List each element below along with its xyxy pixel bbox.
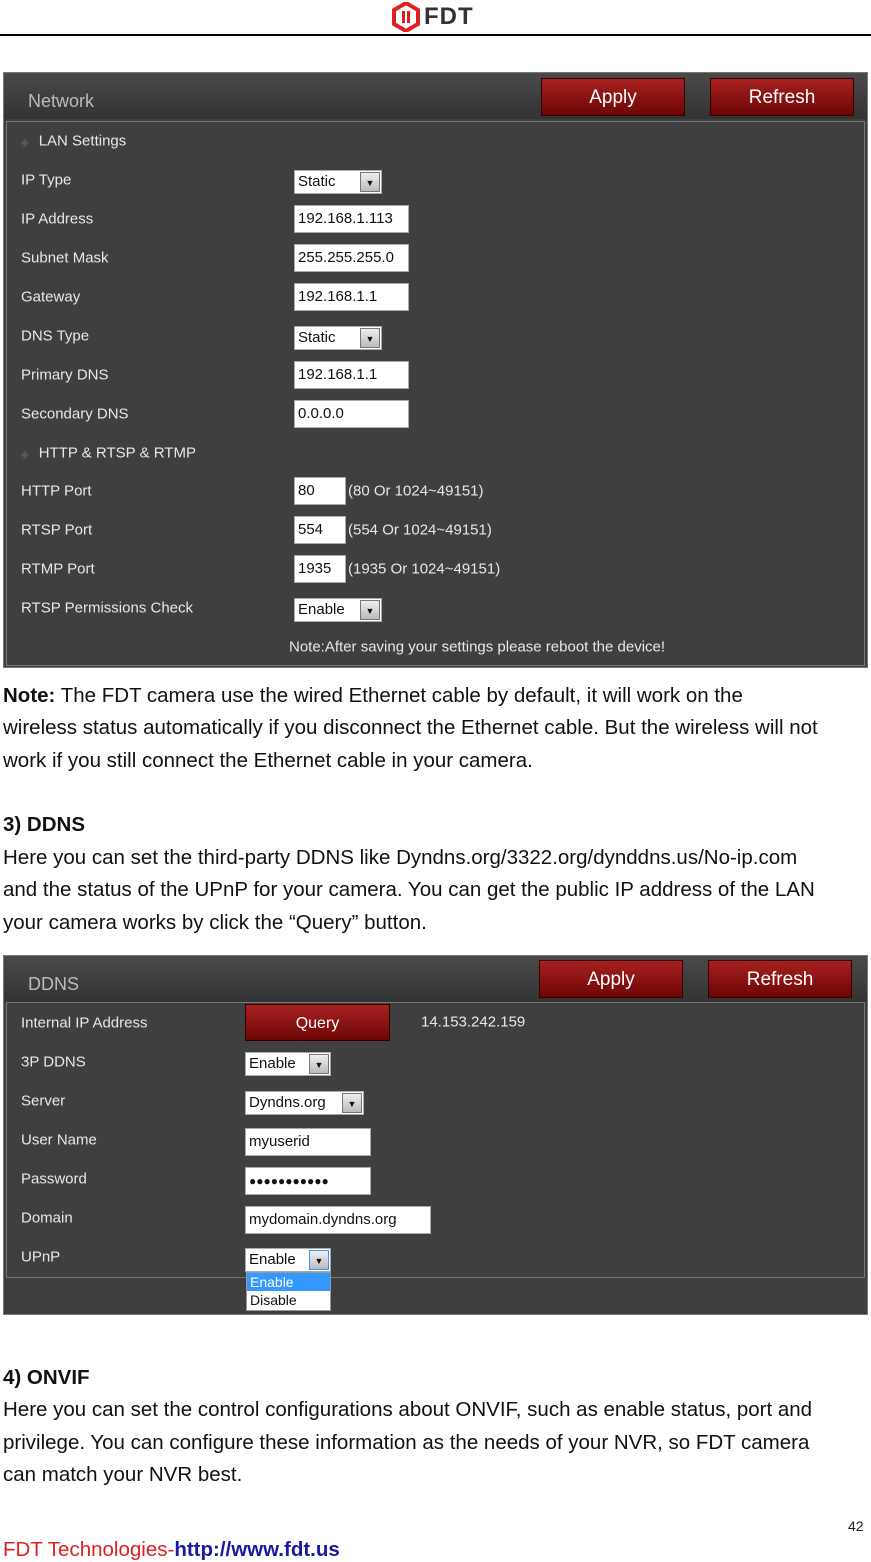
3p-ddns-label: 3P DDNS <box>21 1053 86 1071</box>
domain-input[interactable]: mydomain.dyndns.org <box>245 1206 431 1234</box>
secondary-dns-label: Secondary DNS <box>21 405 129 423</box>
apply-button[interactable]: Apply <box>541 78 685 116</box>
fdt-logo: FDT <box>392 2 474 32</box>
section-http-rtsp-rtmp: HTTP & RTSP & RTMP <box>21 445 196 462</box>
header-rule <box>0 34 871 36</box>
3p-ddns-select[interactable]: Enable ▼ <box>245 1052 331 1076</box>
footer: FDT Technologies-http://www.fdt.us <box>3 1538 340 1562</box>
ddns-line-2: and the status of the UPnP for your came… <box>3 878 815 901</box>
upnp-select[interactable]: Enable ▼ <box>245 1248 331 1272</box>
page-number: 42 <box>848 1518 864 1534</box>
section-lan-settings: LAN Settings <box>21 133 127 150</box>
dns-type-select[interactable]: Static ▼ <box>294 326 382 350</box>
rtmp-port-input[interactable]: 1935 <box>294 555 346 583</box>
internal-ip-label: Internal IP Address <box>21 1014 148 1032</box>
http-port-input[interactable]: 80 <box>294 477 346 505</box>
gateway-label: Gateway <box>21 288 81 306</box>
rtmp-port-label: RTMP Port <box>21 560 95 578</box>
http-port-label: HTTP Port <box>21 482 92 500</box>
subnet-label: Subnet Mask <box>21 249 109 267</box>
domain-label: Domain <box>21 1209 73 1227</box>
gateway-input[interactable]: 192.168.1.1 <box>294 283 409 311</box>
rtsp-check-label: RTSP Permissions Check <box>21 599 194 617</box>
rtsp-check-value: Enable <box>298 601 345 618</box>
chevron-down-icon: ▼ <box>360 328 380 348</box>
user-name-label: User Name <box>21 1131 97 1149</box>
rtsp-port-label: RTSP Port <box>21 521 93 539</box>
onvif-line-1: Here you can set the control configurati… <box>3 1398 813 1421</box>
ddns-panel: DDNS Apply Refresh Internal IP Address Q… <box>3 955 868 1315</box>
onvif-line-2: privilege. You can configure these infor… <box>3 1431 810 1454</box>
chevron-down-icon: ▼ <box>360 600 380 620</box>
refresh-button[interactable]: Refresh <box>710 78 854 116</box>
ip-type-value: Static <box>298 173 336 190</box>
settings-area: LAN Settings IP Type Static▼ IP Address … <box>6 121 865 666</box>
chevron-down-icon: ▼ <box>342 1093 362 1113</box>
reboot-note: Note:After saving your settings please r… <box>289 638 666 656</box>
ddns-line-1: Here you can set the third-party DDNS li… <box>3 846 798 869</box>
server-select[interactable]: Dyndns.org ▼ <box>245 1091 364 1115</box>
footer-url-link[interactable]: http://www.fdt.us <box>174 1538 339 1561</box>
http-port-hint: (80 Or 1024~49151) <box>348 482 484 500</box>
chevron-down-icon: ▼ <box>360 172 380 192</box>
note-text: The FDT camera use the wired Ethernet ca… <box>55 684 743 707</box>
password-input[interactable]: ●●●●●●●●●●● <box>245 1167 371 1195</box>
ddns-line-3: your camera works by click the “Query” b… <box>3 911 427 934</box>
upnp-label: UPnP <box>21 1248 61 1266</box>
chevron-down-icon: ▼ <box>309 1054 329 1074</box>
primary-dns-label: Primary DNS <box>21 366 109 384</box>
secondary-dns-input[interactable]: 0.0.0.0 <box>294 400 409 428</box>
server-value: Dyndns.org <box>249 1094 326 1111</box>
server-label: Server <box>21 1092 66 1110</box>
dns-type-value: Static <box>298 329 336 346</box>
onvif-line-3: can match your NVR best. <box>3 1463 243 1486</box>
settings-area: Internal IP Address Query 14.153.242.159… <box>6 1002 865 1278</box>
upnp-value: Enable <box>249 1251 296 1268</box>
ip-address-input[interactable]: 192.168.1.113 <box>294 205 409 233</box>
rtsp-permissions-select[interactable]: Enable ▼ <box>294 598 382 622</box>
refresh-button[interactable]: Refresh <box>708 960 852 998</box>
ip-type-select[interactable]: Static ▼ <box>294 170 382 194</box>
ip-address-label: IP Address <box>21 210 94 228</box>
rtsp-port-input[interactable]: 554 <box>294 516 346 544</box>
fdt-logo-icon <box>392 2 420 32</box>
footer-company: FDT Technologies- <box>3 1538 175 1561</box>
3p-ddns-value: Enable <box>249 1055 296 1072</box>
upnp-option-enable[interactable]: Enable <box>247 1273 330 1291</box>
chevron-down-icon: ▼ <box>309 1250 329 1270</box>
primary-dns-input[interactable]: 192.168.1.1 <box>294 361 409 389</box>
password-label: Password <box>21 1170 87 1188</box>
network-panel: Network Apply Refresh LAN Settings IP Ty… <box>3 72 868 668</box>
note-label: Note: <box>3 684 56 707</box>
note-line-1: Note: The FDT camera use the wired Ether… <box>3 684 743 708</box>
dns-type-label: DNS Type <box>21 327 90 345</box>
apply-button[interactable]: Apply <box>539 960 683 998</box>
document-page: FDT Network Apply Refresh LAN Settings I… <box>0 0 871 1562</box>
upnp-option-disable[interactable]: Disable <box>247 1291 330 1310</box>
rtmp-port-hint: (1935 Or 1024~49151) <box>348 560 501 578</box>
user-name-input[interactable]: myuserid <box>245 1128 371 1156</box>
upnp-dropdown-list: Enable Disable <box>246 1272 331 1311</box>
panel-title: DDNS <box>28 974 80 994</box>
note-line-2: wireless status automatically if you dis… <box>3 716 818 739</box>
subnet-mask-input[interactable]: 255.255.255.0 <box>294 244 409 272</box>
ip-type-label: IP Type <box>21 171 72 189</box>
ddns-heading: 3) DDNS <box>3 813 86 836</box>
note-line-3: work if you still connect the Ethernet c… <box>3 749 533 772</box>
panel-title: Network <box>28 91 95 111</box>
onvif-heading: 4) ONVIF <box>3 1366 90 1389</box>
logo-text: FDT <box>424 3 474 30</box>
public-ip-value: 14.153.242.159 <box>421 1013 526 1031</box>
query-button[interactable]: Query <box>245 1004 390 1041</box>
rtsp-port-hint: (554 Or 1024~49151) <box>348 521 492 539</box>
